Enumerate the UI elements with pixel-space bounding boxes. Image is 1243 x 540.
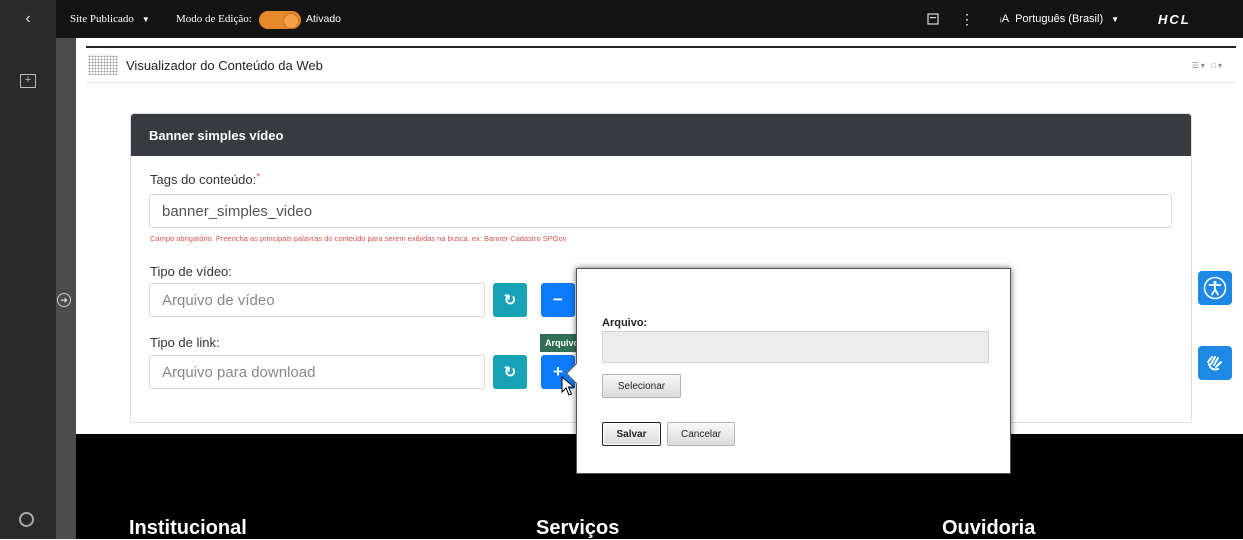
translate-icon: ᵢA [1000,13,1010,25]
language-selector[interactable]: ᵢA Português (Brasil) ▼ [1000,0,1119,38]
footer-servicos[interactable]: Serviços [536,517,619,540]
minus-icon: − [553,290,563,309]
language-label: Português (Brasil) [1015,13,1104,25]
refresh-video-button[interactable]: ↻ [493,283,527,317]
save-button[interactable]: Salvar [602,422,661,446]
select-file-button[interactable]: Selecionar [602,374,681,398]
refresh-link-button[interactable]: ↻ [493,355,527,389]
sidebar-strip [0,38,56,539]
edit-mode-toggle[interactable] [259,11,301,29]
chevron-left-icon[interactable]: ‹ [0,0,56,38]
refresh-icon: ↻ [503,292,517,309]
video-type-label: Tipo de vídeo: [150,264,232,279]
file-path-field[interactable] [602,331,989,363]
file-upload-dialog: Arquivo: Selecionar Salvar Cancelar [565,268,1011,474]
site-status-dropdown[interactable]: Site Publicado ▼ [70,0,150,38]
tags-label-text: Tags do conteúdo: [150,172,257,187]
sign-language-button[interactable] [1198,346,1232,380]
tags-input[interactable]: banner_simples_video [149,194,1172,228]
tags-label: Tags do conteúdo:* [150,172,260,187]
accessibility-icon [1203,276,1227,300]
refresh-icon: ↻ [503,364,517,381]
card-title: Banner simples vídeo [149,128,284,143]
accessibility-button[interactable] [1198,271,1232,305]
add-content-icon[interactable]: + [20,74,36,88]
mouse-cursor-icon [561,376,575,396]
drag-handle-icon[interactable] [88,55,118,75]
brand-logo: HCL [1158,11,1191,27]
tags-help-text: Campo obrigatório. Preencha as principai… [150,234,567,243]
required-mark: * [256,172,261,183]
footer-institucional[interactable]: Institucional [129,517,247,540]
card-header: Banner simples vídeo [131,114,1191,156]
portlet-menu-icon[interactable]: ☰▾ □▾ [1192,61,1224,70]
portlet-header: Visualizador do Conteúdo da Web ☰▾ □▾ [86,48,1236,83]
sign-language-icon [1207,356,1222,371]
link-type-input[interactable]: Arquivo para download [149,355,485,389]
file-label: Arquivo: [602,317,648,329]
footer-ouvidoria[interactable]: Ouvidoria [942,517,1035,540]
site-status-label: Site Publicado [70,13,134,25]
add-file-tooltip: Arquivo [540,334,580,352]
portlet-title: Visualizador do Conteúdo da Web [126,58,323,73]
video-type-input[interactable]: Arquivo de vídeo [149,283,485,317]
top-toolbar: ‹ Site Publicado ▼ Modo de Edição: Ativa… [0,0,1243,38]
expand-panel-icon[interactable]: ➜ [57,293,71,307]
chevron-down-icon: ▼ [141,14,150,24]
more-options-icon[interactable]: ⋮ [960,0,974,38]
link-type-label: Tipo de link: [150,335,220,350]
edit-mode-label: Modo de Edição: [176,13,252,25]
page-layout-icon[interactable] [927,0,939,38]
chevron-down-icon: ▼ [1111,14,1120,24]
edit-mode-state: Ativado [306,13,342,25]
left-sidebar: + [0,38,76,539]
remove-video-button[interactable]: − [541,283,575,317]
help-lifebuoy-icon[interactable] [19,512,34,527]
cancel-button[interactable]: Cancelar [667,422,735,446]
